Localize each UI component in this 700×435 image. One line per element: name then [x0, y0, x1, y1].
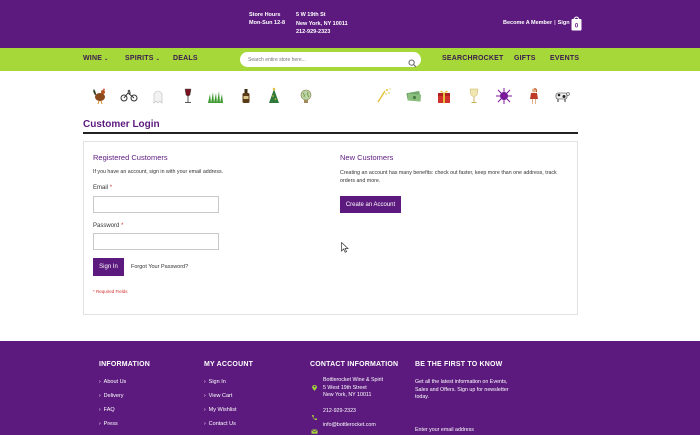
footer-address-street: 5 West 19th Street — [323, 384, 367, 391]
email-label: Email * — [93, 185, 112, 191]
globe-icon[interactable] — [297, 87, 315, 105]
ghost-icon[interactable] — [149, 87, 167, 105]
page-title: Customer Login — [83, 119, 160, 130]
footer-link-my-wishlist[interactable]: › My Wishlist — [204, 407, 236, 413]
required-mark: * — [109, 185, 113, 191]
login-panel — [83, 141, 578, 315]
footer-link-view-cart[interactable]: › View Cart — [204, 393, 232, 399]
store-hours: Store Hours Mon-Sun 12-8 — [249, 11, 285, 27]
footer-link-label: Contact Us — [208, 421, 236, 427]
nav-gifts[interactable]: GIFTS — [514, 55, 536, 62]
footer-contact-heading: CONTACT INFORMATION — [310, 361, 399, 368]
rooster-icon[interactable] — [91, 87, 109, 105]
grass-icon[interactable] — [207, 87, 225, 105]
money-icon[interactable] — [405, 87, 423, 105]
footer-link-sign-in[interactable]: › Sign In — [204, 379, 226, 385]
email-field[interactable] — [93, 196, 219, 213]
bike-icon[interactable] — [120, 87, 138, 105]
footer-link-label: My Wishlist — [208, 407, 237, 413]
search-input[interactable] — [248, 55, 398, 64]
footer-link-label: View Cart — [208, 393, 233, 399]
sign-in-button[interactable]: Sign In — [93, 258, 124, 276]
chevron-down-icon: ⌄ — [104, 56, 109, 62]
newsletter-email-field[interactable]: Enter your email address — [415, 427, 474, 435]
footer-link-press[interactable]: › Press — [99, 421, 118, 427]
nav-deals[interactable]: DEALS — [173, 55, 198, 62]
password-label: Password * — [93, 223, 123, 229]
chevron-right-icon: › — [99, 393, 101, 399]
footer-phone[interactable]: 212-929-2323 — [323, 408, 356, 416]
footer-address: Bottlerocket Wine & Spirit 5 West 19th S… — [323, 377, 383, 400]
footer-link-label: FAQ — [103, 407, 115, 413]
link-separator: | — [554, 20, 556, 26]
cow-icon[interactable] — [553, 87, 571, 105]
chevron-right-icon: › — [204, 393, 206, 399]
footer-my-account-heading: MY ACCOUNT — [204, 361, 254, 368]
registered-customers-description: If you have an account, sign in with you… — [93, 169, 224, 175]
footer-link-faq[interactable]: › FAQ — [99, 407, 115, 413]
footer-link-label: Sign In — [208, 379, 226, 385]
mouse-pointer-icon — [341, 240, 349, 253]
registered-customers-title: Registered Customers — [93, 153, 168, 162]
new-customers-description: Creating an account has many benefits: c… — [340, 170, 557, 184]
envelope-icon — [311, 422, 318, 434]
footer-link-label: Press — [103, 421, 118, 427]
store-hours-value: Mon-Sun 12-8 — [249, 20, 286, 26]
become-member-link[interactable]: Become A Member — [503, 20, 552, 26]
party-hat-icon[interactable] — [265, 87, 283, 105]
chevron-right-icon: › — [204, 407, 206, 413]
chevron-down-icon: ⌄ — [155, 56, 161, 62]
nav-searchrocket[interactable]: SEARCHROCKET — [442, 55, 504, 62]
footer-link-about-us[interactable]: › About Us — [99, 379, 126, 385]
footer-address-name: Bottlerocket Wine & Spirit — [323, 377, 384, 383]
title-divider — [83, 132, 578, 134]
store-hours-label: Store Hours — [249, 12, 281, 18]
chevron-right-icon: › — [204, 379, 206, 385]
store-phone: 212-929-2323 — [296, 29, 331, 35]
nav-wine-label: WINE — [83, 55, 103, 62]
footer-information-heading: INFORMATION — [99, 361, 151, 368]
confetti-icon[interactable] — [375, 87, 393, 105]
footer-email[interactable]: info@bottlerocket.com — [323, 422, 376, 430]
chevron-right-icon: › — [204, 421, 206, 427]
nav-spirits-label: SPIRITS — [125, 55, 154, 62]
required-mark: * — [121, 223, 124, 229]
top-header: Store Hours Mon-Sun 12-8 5 W 19th St New… — [0, 0, 700, 48]
search-icon[interactable] — [408, 55, 417, 68]
footer-address-city: New York, NY 10011 — [323, 392, 372, 398]
nav-wine[interactable]: WINE ⌄ — [83, 55, 108, 62]
search-box — [240, 52, 421, 67]
forgot-password-link[interactable]: Forgot Your Password? — [131, 264, 188, 270]
nav-spirits[interactable]: SPIRITS ⌄ — [125, 55, 160, 62]
footer-newsletter-heading: BE THE FIRST TO KNOW — [415, 361, 503, 368]
bottle-icon[interactable] — [237, 87, 255, 105]
account-links: Become A Member | Sign In — [503, 20, 576, 26]
footer-link-contact-us[interactable]: › Contact Us — [204, 421, 236, 427]
nav-events[interactable]: EVENTS — [550, 55, 579, 62]
urchin-icon[interactable] — [495, 87, 513, 105]
store-address: 5 W 19th St New York, NY 10011 212-929-2… — [296, 11, 348, 37]
footer-link-label: Delivery — [103, 393, 124, 399]
address-line-1: 5 W 19th St — [296, 12, 326, 18]
address-line-2: New York, NY 10011 — [296, 20, 348, 27]
trophy-icon[interactable] — [465, 87, 483, 105]
map-pin-icon — [311, 378, 318, 391]
wine-glass-icon[interactable] — [179, 87, 197, 105]
chevron-right-icon: › — [99, 379, 101, 385]
cart-icon[interactable]: 0 — [571, 15, 582, 31]
chevron-right-icon: › — [99, 421, 101, 427]
email-label-text: Email — [93, 185, 109, 191]
girl-icon[interactable] — [525, 87, 543, 105]
password-label-text: Password — [93, 223, 120, 229]
chevron-right-icon: › — [99, 407, 101, 413]
gift-icon[interactable] — [435, 87, 453, 105]
required-fields-note: * Required Fields — [93, 289, 128, 294]
password-field[interactable] — [93, 233, 219, 250]
footer-newsletter-text: Get all the latest information on Events… — [415, 379, 509, 400]
footer-link-label: About Us — [103, 379, 127, 385]
create-account-button[interactable]: Create an Account — [340, 196, 401, 213]
footer-link-delivery[interactable]: › Delivery — [99, 393, 124, 399]
new-customers-title: New Customers — [340, 153, 394, 162]
phone-icon — [311, 408, 318, 421]
